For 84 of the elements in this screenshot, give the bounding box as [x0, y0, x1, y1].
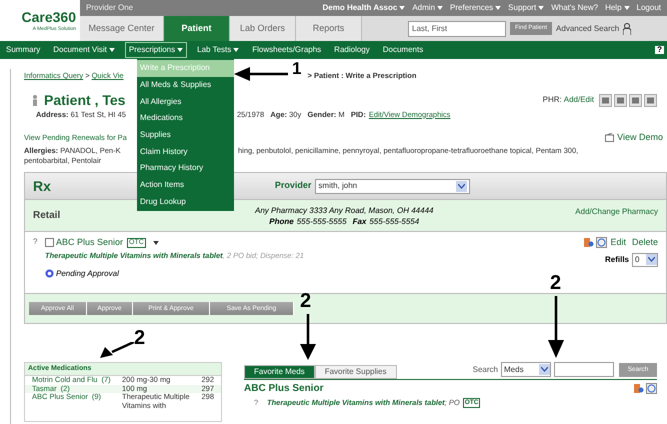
person-icon[interactable]: [623, 22, 632, 34]
caret-icon: [399, 6, 406, 10]
phone-number: 555-555-5555: [296, 216, 347, 226]
nav-item[interactable]: Prescriptions: [124, 42, 188, 58]
favorites-tab[interactable]: Favorite Meds: [244, 365, 315, 379]
refills-select[interactable]: 0: [632, 252, 658, 266]
prescription-checkbox[interactable]: [45, 238, 54, 248]
header-menu[interactable]: Admin: [412, 2, 444, 14]
nav-item[interactable]: Lab Tests: [194, 42, 242, 58]
callout-number: 2: [550, 273, 562, 293]
menu-item[interactable]: Supplies: [137, 126, 234, 144]
status-icon: [45, 269, 54, 278]
dropdown-arrow-icon: [539, 364, 550, 375]
patient-search-field[interactable]: Last, First: [408, 20, 506, 36]
caret-icon: [233, 48, 240, 52]
search-label: Search: [472, 364, 498, 376]
refills-label: Refills: [604, 254, 629, 266]
provider-label: Provider: [274, 179, 312, 192]
callout-arrow: [548, 296, 564, 358]
nav-item[interactable]: Summary: [3, 42, 44, 58]
provider-name: Provider One: [86, 2, 134, 14]
caret-icon: [437, 6, 444, 10]
menu-item[interactable]: Claim History: [137, 143, 234, 160]
fax-number: 555-555-5554: [369, 216, 420, 226]
help-icon[interactable]: ?: [33, 236, 45, 293]
callout-number: 2: [134, 328, 146, 348]
callout-number: 1: [292, 60, 302, 77]
document-icon: [605, 133, 614, 142]
main-tab[interactable]: Lab Orders: [230, 16, 296, 41]
nav-item[interactable]: Radiology: [331, 42, 373, 58]
menu-item[interactable]: All Meds & Supplies: [137, 76, 234, 94]
dropdown-arrow-icon: [456, 180, 468, 192]
favorites-tab[interactable]: Favorite Supplies: [314, 365, 396, 379]
caret-icon: [152, 240, 159, 245]
menu-item[interactable]: All Allergies: [137, 93, 234, 110]
callout-number: 2: [300, 291, 312, 311]
nav-item[interactable]: Flowsheets/Graphs: [249, 42, 324, 58]
help-button[interactable]: ?: [655, 46, 664, 54]
delete-link[interactable]: Delete: [632, 236, 658, 250]
advanced-search-link[interactable]: Advanced Search: [556, 22, 620, 34]
fax-label: Fax: [352, 216, 366, 226]
callout-arrow: [234, 67, 288, 81]
provider-select[interactable]: smith, john: [315, 178, 470, 194]
menu-item[interactable]: Drug Lookup: [137, 194, 234, 210]
search-type-select[interactable]: Meds: [501, 362, 551, 377]
patient-name: Patient , Tes: [44, 90, 126, 110]
header-menu[interactable]: Help: [605, 2, 630, 14]
pharmacy-address: Any Pharmacy 3333 Any Road, Mason, OH 44444: [255, 204, 434, 216]
header-menu[interactable]: Preferences: [450, 2, 502, 14]
caret-icon: [495, 6, 502, 10]
pharmacy-type: Retail: [33, 209, 62, 223]
dropdown-arrow-icon: [646, 254, 657, 265]
edit-link[interactable]: Edit: [610, 236, 626, 250]
nav-item[interactable]: Document Visit: [50, 42, 118, 58]
main-tab[interactable]: Patient: [164, 16, 230, 41]
nav-item[interactable]: Documents: [380, 42, 426, 58]
callout-arrow: [100, 342, 134, 358]
header-menu[interactable]: Support: [508, 2, 544, 14]
change-pharmacy-link[interactable]: Add/Change Pharmacy: [575, 206, 658, 218]
caret-icon: [538, 6, 544, 10]
info-icon[interactable]: [646, 383, 657, 394]
status-text: Pending Approval: [56, 268, 119, 280]
header-menu[interactable]: What's New?: [551, 2, 598, 14]
menu-item[interactable]: Pharmacy History: [137, 160, 234, 177]
rx-title: Rx: [33, 176, 51, 196]
phr-add-edit-link[interactable]: Add/Edit: [564, 94, 594, 106]
caret-icon: [108, 48, 115, 52]
header-menu[interactable]: Demo Health Assoc: [322, 2, 406, 14]
medication-name[interactable]: ABC Plus Senior: [56, 236, 124, 250]
info-icon[interactable]: [596, 237, 608, 248]
caret-icon: [624, 6, 630, 10]
phone-label: Phone: [269, 216, 294, 226]
main-tab[interactable]: Message Center: [80, 16, 164, 41]
main-tab[interactable]: Reports: [296, 16, 362, 41]
view-demo-link[interactable]: View Demo: [617, 130, 663, 144]
favorite-medication-name[interactable]: ABC Plus Senior: [244, 381, 324, 396]
callout-arrow: [300, 314, 316, 360]
header-menu[interactable]: Logout: [636, 2, 661, 14]
menu-item[interactable]: Action Items: [137, 176, 234, 194]
caret-icon: [177, 48, 184, 52]
phr-label: PHR:: [542, 94, 562, 106]
menu-item[interactable]: Medications: [137, 110, 234, 127]
search-field[interactable]: [554, 362, 614, 377]
person-icon: [32, 94, 38, 106]
